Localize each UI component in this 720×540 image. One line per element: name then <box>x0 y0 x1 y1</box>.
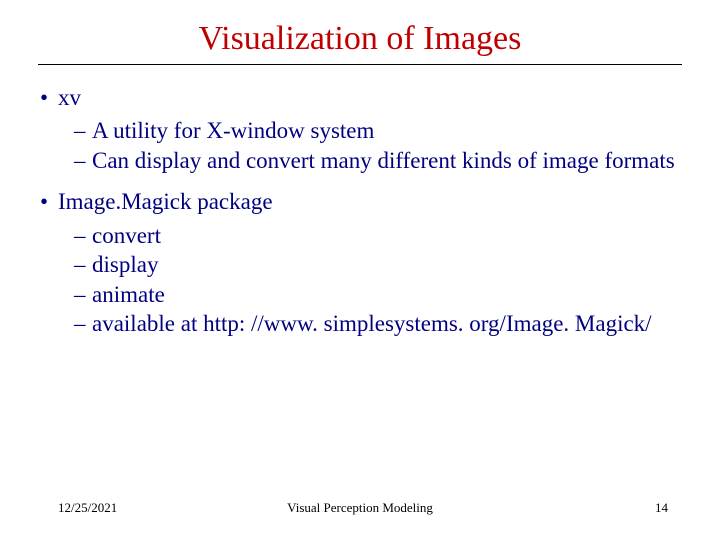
bullet-icon: • <box>38 83 58 112</box>
bullet-item: • Image.Magick package <box>38 187 682 216</box>
sub-text: animate <box>92 280 682 309</box>
dash-icon: – <box>74 146 92 175</box>
sub-item: – convert <box>74 221 682 250</box>
bullet-icon: • <box>38 187 58 216</box>
dash-icon: – <box>74 309 92 338</box>
bullet-item: • xv <box>38 83 682 112</box>
footer-page-number: 14 <box>655 500 668 516</box>
sub-item: – available at http: //www. simplesystem… <box>74 309 682 338</box>
dash-icon: – <box>74 280 92 309</box>
bullet-label: xv <box>58 83 682 112</box>
slide-content: • xv – A utility for X-window system – C… <box>38 83 682 339</box>
slide-title: Visualization of Images <box>38 20 682 58</box>
title-divider <box>38 64 682 65</box>
slide-footer: 12/25/2021 Visual Perception Modeling 14 <box>0 500 720 516</box>
sub-item: – animate <box>74 280 682 309</box>
sub-item: – display <box>74 250 682 279</box>
dash-icon: – <box>74 116 92 145</box>
sub-item: – Can display and convert many different… <box>74 146 682 175</box>
footer-center: Visual Perception Modeling <box>287 500 433 516</box>
sub-list: – A utility for X-window system – Can di… <box>74 116 682 175</box>
sub-text: available at http: //www. simplesystems.… <box>92 309 682 338</box>
sub-text: Can display and convert many different k… <box>92 146 682 175</box>
sub-text: convert <box>92 221 682 250</box>
sub-text: A utility for X-window system <box>92 116 682 145</box>
footer-date: 12/25/2021 <box>58 500 117 516</box>
sub-item: – A utility for X-window system <box>74 116 682 145</box>
dash-icon: – <box>74 221 92 250</box>
sub-list: – convert – display – animate – availabl… <box>74 221 682 339</box>
dash-icon: – <box>74 250 92 279</box>
sub-text: display <box>92 250 682 279</box>
bullet-label: Image.Magick package <box>58 187 682 216</box>
